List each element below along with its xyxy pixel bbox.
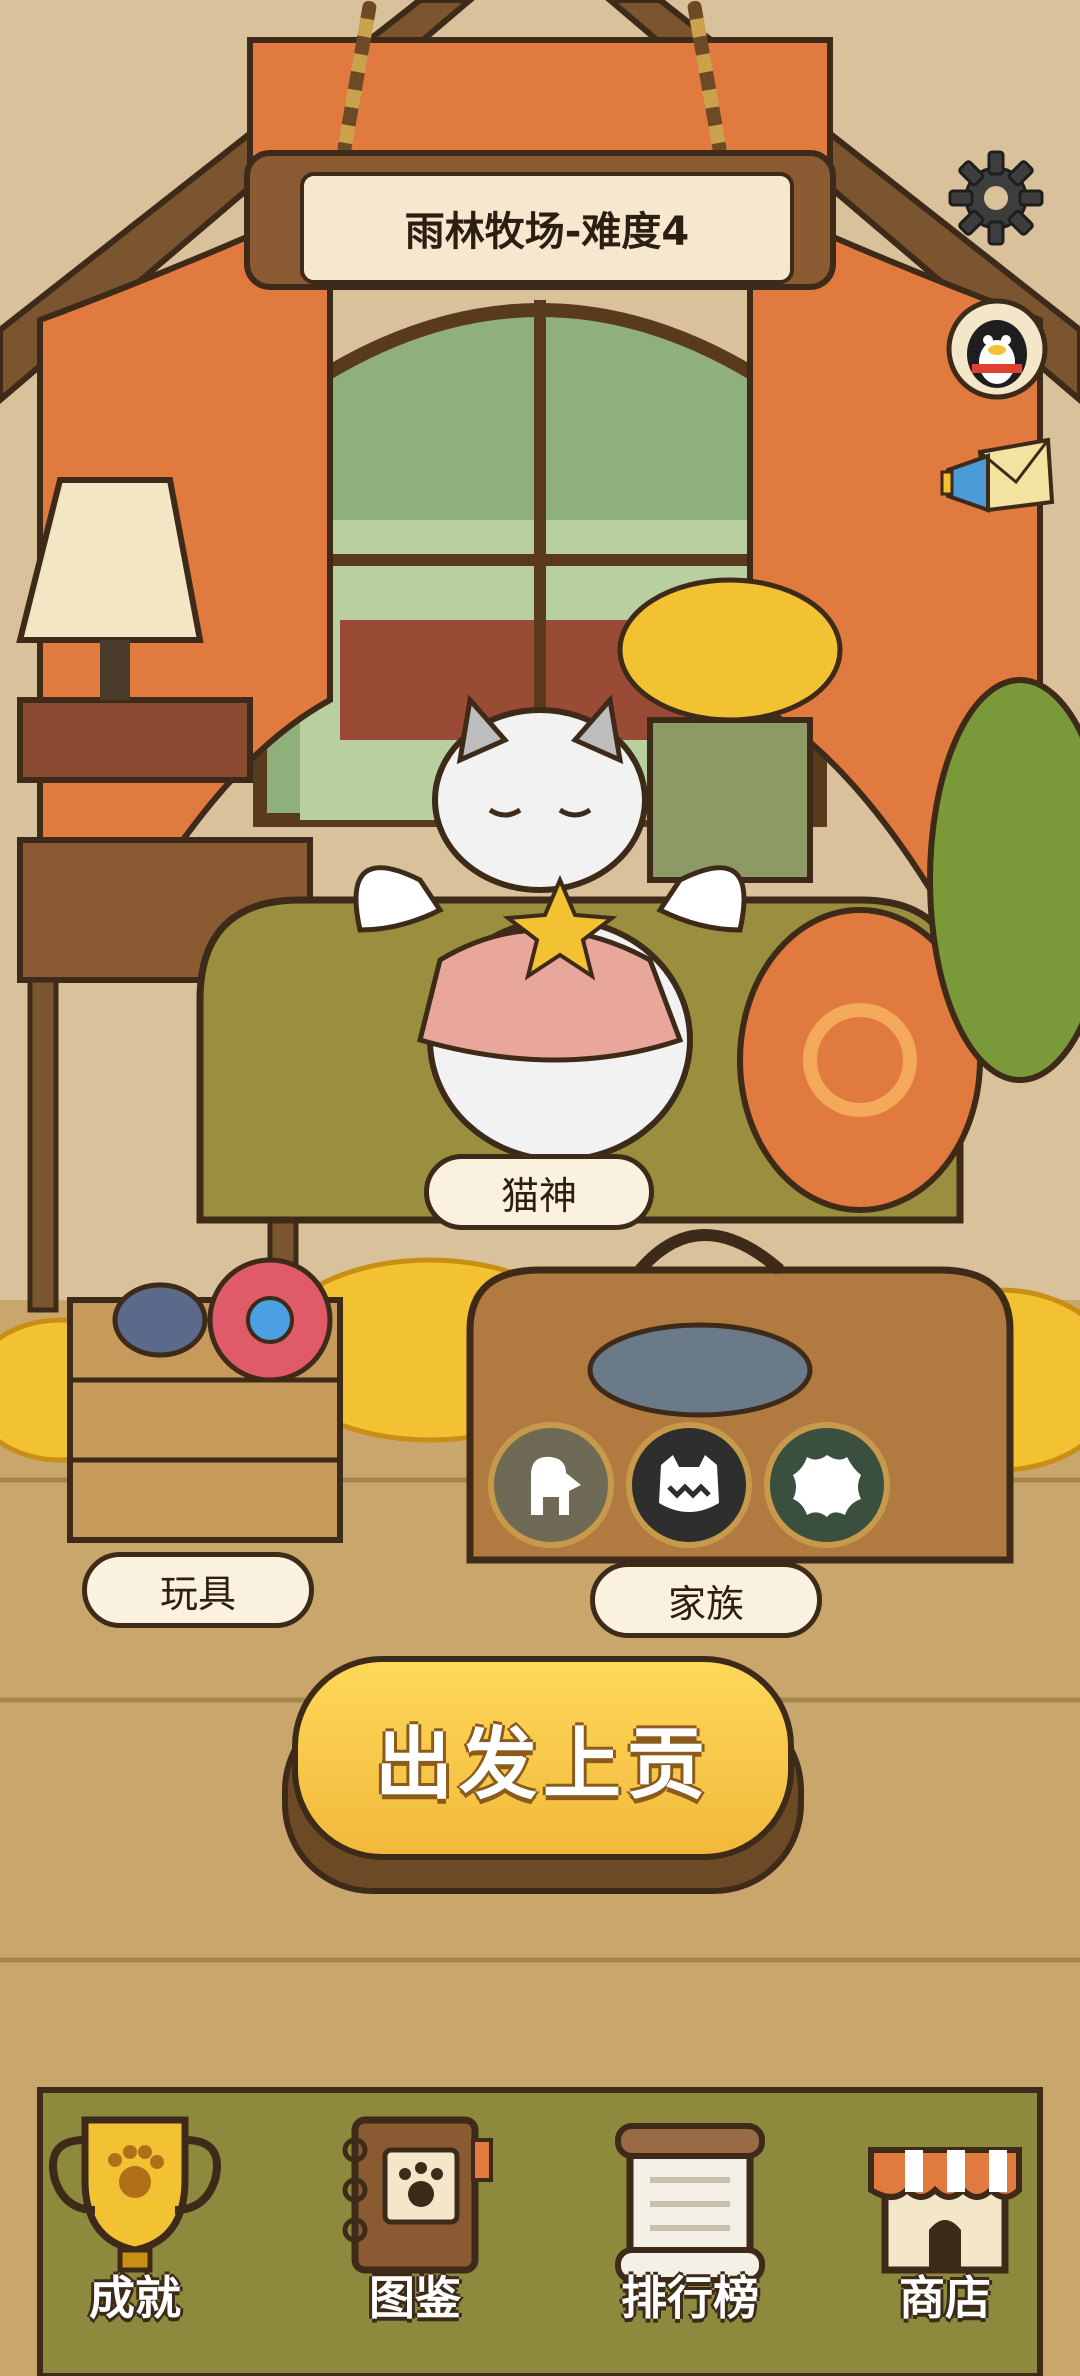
announcement-button[interactable]	[940, 432, 1056, 532]
dinosaur-icon	[531, 1456, 581, 1515]
family-member-1[interactable]	[488, 1422, 614, 1548]
family-button[interactable]: 家族	[590, 1562, 822, 1638]
monster-face-icon	[659, 1455, 719, 1512]
nav-leaderboard[interactable]: 排行榜	[575, 2080, 805, 2376]
profile-button[interactable]	[944, 296, 1050, 402]
nav-achievements-label: 成就	[89, 2271, 181, 2325]
megaphone-letter-icon	[940, 437, 1055, 513]
start-offering-button[interactable]: 出发上贡	[292, 1656, 794, 1860]
nav-achievements[interactable]: 成就	[20, 2080, 250, 2376]
toys-button[interactable]: 玩具	[82, 1552, 314, 1628]
family-member-2[interactable]	[626, 1422, 752, 1548]
nav-shop-label: 商店	[899, 2271, 991, 2325]
nav-shop[interactable]: 商店	[830, 2080, 1060, 2376]
qq-penguin-avatar-icon	[946, 298, 1048, 400]
gear-icon	[948, 150, 1044, 246]
bottom-nav: 成就 图鉴 排行榜 商店	[0, 2080, 1080, 2376]
settings-button[interactable]	[946, 148, 1046, 248]
nav-collection-label: 图鉴	[369, 2271, 461, 2325]
blob-icon	[793, 1455, 861, 1517]
nav-leaderboard-label: 排行榜	[621, 2271, 759, 2325]
nav-collection[interactable]: 图鉴	[300, 2080, 530, 2376]
level-title[interactable]: 雨林牧场-难度4	[300, 172, 794, 284]
family-member-3[interactable]	[764, 1422, 890, 1548]
pet-name-label[interactable]: 猫神	[424, 1154, 654, 1230]
